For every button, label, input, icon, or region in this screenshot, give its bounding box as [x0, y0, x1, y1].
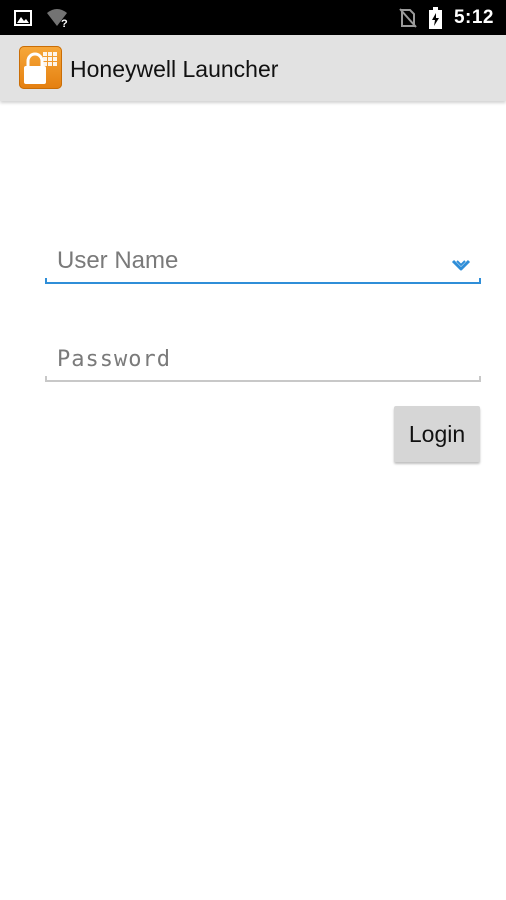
login-button[interactable]: Login: [394, 406, 480, 462]
status-bar-right: 5:12: [399, 0, 494, 35]
username-underline: [45, 278, 481, 284]
lock-keypad-app-icon: [19, 46, 62, 89]
app-title: Honeywell Launcher: [70, 56, 279, 82]
battery-charging-icon: [428, 6, 442, 29]
chevron-down-icon[interactable]: [451, 258, 471, 272]
wifi-unknown-icon: ?: [46, 8, 72, 28]
no-sim-icon: [399, 7, 417, 28]
app-bar: Honeywell Launcher: [0, 35, 506, 101]
status-time: 5:12: [453, 6, 494, 28]
password-underline: [45, 376, 481, 382]
password-input[interactable]: [45, 340, 481, 378]
svg-text:?: ?: [61, 18, 68, 28]
password-field[interactable]: [45, 340, 481, 382]
status-bar-left: ?: [14, 0, 72, 35]
image-notification-icon: [14, 9, 32, 26]
status-bar: ? 5:12: [0, 0, 506, 35]
username-field[interactable]: [45, 242, 481, 284]
username-input[interactable]: [45, 242, 481, 280]
